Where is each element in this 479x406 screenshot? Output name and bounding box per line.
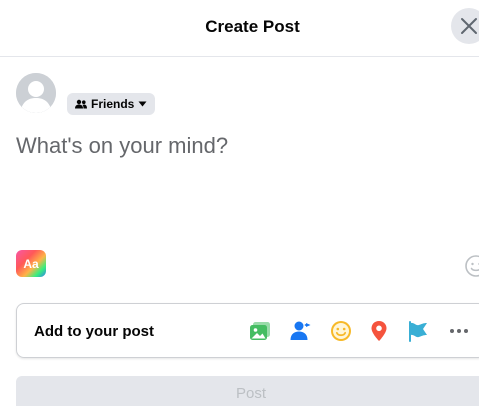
add-to-post-bar: Add to your post <box>16 303 479 358</box>
add-to-post-label: Add to your post <box>34 323 154 340</box>
close-button[interactable] <box>451 8 479 44</box>
emoji-button[interactable] <box>464 254 479 283</box>
post-text-input[interactable]: What's on your mind? <box>16 133 228 159</box>
close-icon <box>461 18 477 34</box>
location-pin-icon <box>371 321 387 341</box>
dialog-header: Create Post <box>0 0 479 57</box>
flag-icon <box>409 321 427 342</box>
background-picker-label: Aa <box>23 256 39 271</box>
caret-down-icon <box>138 101 147 107</box>
audience-label: Friends <box>91 97 135 111</box>
more-options-button[interactable] <box>446 318 472 344</box>
user-avatar[interactable] <box>16 73 56 113</box>
tag-people-button[interactable] <box>288 318 314 344</box>
post-button[interactable]: Post <box>16 376 479 406</box>
friends-icon <box>75 99 87 109</box>
check-in-button[interactable] <box>366 318 392 344</box>
dialog-title: Create Post <box>205 17 300 36</box>
background-picker-button[interactable]: Aa <box>16 250 46 277</box>
tag-people-icon <box>290 321 311 340</box>
emoji-icon <box>465 255 479 277</box>
feeling-icon <box>331 321 351 341</box>
life-event-button[interactable] <box>405 318 431 344</box>
more-icon <box>450 329 468 333</box>
default-avatar-icon <box>16 73 56 113</box>
audience-selector[interactable]: Friends <box>67 93 156 115</box>
photo-video-button[interactable] <box>247 318 273 344</box>
feeling-activity-button[interactable] <box>328 318 354 344</box>
photo-icon <box>250 322 270 340</box>
